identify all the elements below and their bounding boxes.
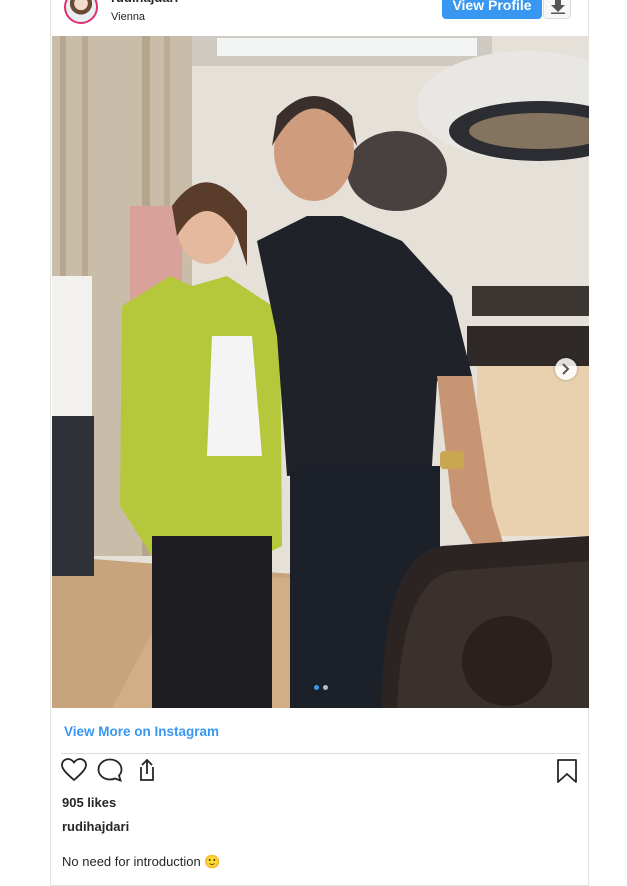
location-link[interactable]: Vienna xyxy=(111,11,145,23)
heart-icon[interactable] xyxy=(61,758,87,782)
share-icon[interactable] xyxy=(133,758,159,782)
username-link[interactable]: rudihajdari xyxy=(111,0,178,5)
carousel-dot-active xyxy=(314,685,319,690)
download-button[interactable] xyxy=(543,0,571,19)
bookmark-icon[interactable] xyxy=(556,758,578,784)
post-photo[interactable] xyxy=(52,36,589,708)
divider xyxy=(61,753,580,754)
comment-icon[interactable] xyxy=(97,758,123,782)
likes-count[interactable]: 905 likes xyxy=(62,795,116,810)
instagram-embed-card: rudihajdari Vienna View Profile xyxy=(50,0,589,886)
post-header: rudihajdari Vienna View Profile xyxy=(51,0,590,36)
post-image xyxy=(52,36,589,708)
avatar[interactable] xyxy=(64,0,98,24)
view-more-link[interactable]: View More on Instagram xyxy=(64,724,219,739)
next-slide-button[interactable] xyxy=(555,358,577,380)
carousel-dot xyxy=(323,685,328,690)
caption-text: No need for introduction 🙂 xyxy=(62,854,221,869)
caption-username[interactable]: rudihajdari xyxy=(62,819,129,834)
download-icon xyxy=(551,0,565,14)
chevron-right-icon xyxy=(562,363,570,375)
view-profile-button[interactable]: View Profile xyxy=(442,0,542,19)
